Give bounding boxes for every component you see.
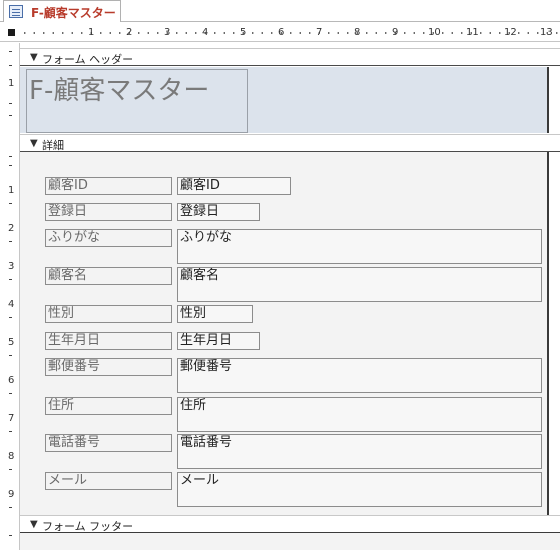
tab-title: F-顧客マスター (31, 6, 116, 20)
ruler-label: 5 (240, 27, 247, 38)
form-title: F-顧客マスター (29, 76, 210, 106)
ruler-label: 12 (504, 27, 517, 38)
section-arrow-icon: ▼ (30, 519, 38, 530)
field-birth-date[interactable]: 生年月日 (177, 332, 260, 350)
ruler-label: 3 (164, 27, 171, 38)
label-phone-number[interactable]: 電話番号 (45, 434, 172, 452)
ruler-label: 4 (202, 27, 209, 38)
select-form-button[interactable] (8, 29, 15, 36)
ruler-label: 7 (316, 27, 323, 38)
ruler-numbers: 1 2 3 4 5 6 7 8 9 10 11 12 13 (20, 26, 560, 42)
vertical-ruler[interactable]: 1 1 2 3 4 5 6 7 8 9 (0, 43, 20, 550)
label-birth-date[interactable]: 生年月日 (45, 332, 172, 350)
label-gender[interactable]: 性別 (45, 305, 172, 323)
form-header-bar[interactable]: ▼ フォーム ヘッダー (20, 48, 560, 66)
detail-bar[interactable]: ▼ 詳細 (20, 134, 560, 152)
field-address[interactable]: 住所 (177, 397, 542, 432)
field-email[interactable]: メール (177, 472, 542, 507)
ruler-label: 1 (88, 27, 95, 38)
ruler-label: 8 (8, 451, 15, 462)
form-footer-bar[interactable]: ▼ フォーム フッター (20, 515, 560, 533)
form-title-label[interactable]: F-顧客マスター (26, 69, 248, 133)
document-tab-bar: F-顧客マスター (0, 0, 560, 22)
label-customer-id[interactable]: 顧客ID (45, 177, 172, 195)
label-customer-name[interactable]: 顧客名 (45, 267, 172, 285)
ruler-label: 6 (8, 375, 15, 386)
ruler-label: 4 (8, 299, 15, 310)
section-arrow-icon: ▼ (30, 138, 38, 149)
field-postal-code[interactable]: 郵便番号 (177, 358, 542, 393)
field-furigana[interactable]: ふりがな (177, 229, 542, 264)
detail-margin (547, 152, 560, 516)
section-label: 詳細 (42, 139, 64, 152)
form-tab[interactable]: F-顧客マスター (3, 0, 121, 22)
ruler-label: 8 (354, 27, 361, 38)
label-registration-date[interactable]: 登録日 (45, 203, 172, 221)
ruler-label: 2 (8, 223, 15, 234)
label-postal-code[interactable]: 郵便番号 (45, 358, 172, 376)
field-registration-date[interactable]: 登録日 (177, 203, 260, 221)
field-customer-id[interactable]: 顧客ID (177, 177, 291, 195)
ruler-label: 5 (8, 337, 15, 348)
ruler-label: 7 (8, 413, 15, 424)
ruler-label: 9 (8, 489, 15, 500)
field-gender[interactable]: 性別 (177, 305, 253, 323)
label-address[interactable]: 住所 (45, 397, 172, 415)
form-footer-area[interactable] (20, 532, 560, 550)
ruler-label: 2 (126, 27, 133, 38)
horizontal-ruler[interactable]: 1 2 3 4 5 6 7 8 9 10 11 12 13 (0, 24, 560, 42)
ruler-label: 1 (8, 185, 15, 196)
ruler-label: 11 (466, 27, 479, 38)
field-customer-name[interactable]: 顧客名 (177, 267, 542, 302)
section-arrow-icon: ▼ (30, 52, 38, 63)
form-icon (9, 5, 23, 18)
ruler-label: 9 (392, 27, 399, 38)
form-header-margin (547, 67, 560, 133)
label-email[interactable]: メール (45, 472, 172, 490)
ruler-label: 13 (540, 27, 553, 38)
section-label: フォーム ヘッダー (42, 53, 134, 66)
field-phone-number[interactable]: 電話番号 (177, 434, 542, 469)
ruler-label: 1 (8, 78, 15, 89)
label-furigana[interactable]: ふりがな (45, 229, 172, 247)
ruler-label: 10 (428, 27, 441, 38)
ruler-label: 3 (8, 261, 15, 272)
ruler-label: 6 (278, 27, 285, 38)
